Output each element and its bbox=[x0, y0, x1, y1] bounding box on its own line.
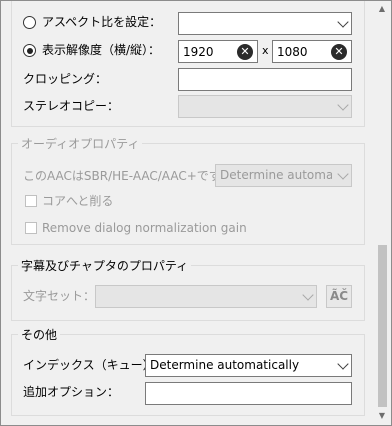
clear-icon[interactable]: ✕ bbox=[237, 44, 253, 60]
height-field[interactable]: ✕ bbox=[272, 40, 352, 63]
index-value: Determine automatically bbox=[150, 358, 300, 372]
charset-label: 文字セット： bbox=[23, 289, 96, 303]
index-label: インデックス（キュー）： bbox=[23, 358, 161, 372]
chevron-down-icon bbox=[337, 15, 349, 28]
chevron-down-icon bbox=[337, 98, 349, 111]
times-symbol: x bbox=[262, 44, 269, 57]
misc-section-title: その他 bbox=[18, 327, 61, 343]
stereo-combo[interactable] bbox=[178, 95, 352, 118]
scroll-up-icon[interactable]: ▲ bbox=[377, 4, 387, 14]
cropping-field[interactable] bbox=[178, 68, 352, 91]
normalize-label: Remove dialog normalization gain bbox=[42, 221, 247, 235]
chevron-down-icon bbox=[337, 167, 349, 180]
subs-section-title: 字幕及びチャプタのプロパティ bbox=[18, 258, 192, 274]
core-checkbox[interactable] bbox=[25, 195, 37, 207]
normalize-checkbox[interactable] bbox=[25, 222, 37, 234]
audio-section-title: オーディオプロパティ bbox=[18, 136, 143, 152]
width-field[interactable]: ✕ bbox=[178, 40, 258, 63]
properties-panel: アスペクト比を設定： 表示解像度（横/縦）： ✕ x ✕ クロッピング： ステレ… bbox=[0, 0, 392, 426]
aspect-label: アスペクト比を設定： bbox=[42, 15, 162, 29]
stereo-label: ステレオコピー： bbox=[23, 99, 120, 113]
aac-value: Determine automatic bbox=[220, 168, 332, 182]
extra-options-field[interactable] bbox=[145, 382, 352, 405]
chevron-down-icon bbox=[337, 357, 349, 370]
aac-label: このAACはSBR/HE-AAC/AAC+です： bbox=[23, 169, 233, 183]
index-combo[interactable]: Determine automatically bbox=[145, 354, 352, 377]
core-label: コアへと削る bbox=[42, 194, 114, 208]
aspect-radio[interactable] bbox=[23, 16, 36, 29]
chevron-down-icon bbox=[302, 288, 314, 301]
scrollbar-thumb[interactable] bbox=[378, 245, 387, 407]
scroll-down-icon[interactable]: ▼ bbox=[377, 411, 387, 421]
display-res-radio[interactable] bbox=[23, 44, 36, 57]
extra-options-label: 追加オプション： bbox=[23, 385, 120, 399]
cropping-input[interactable] bbox=[179, 69, 351, 90]
clear-icon[interactable]: ✕ bbox=[331, 44, 347, 60]
aspect-combo[interactable] bbox=[178, 12, 352, 35]
charset-detect-button[interactable]: ÃČ bbox=[326, 285, 352, 308]
aac-combo[interactable]: Determine automatic bbox=[215, 164, 352, 187]
cropping-label: クロッピング： bbox=[23, 72, 108, 86]
extra-options-input[interactable] bbox=[146, 383, 351, 404]
display-res-label: 表示解像度（横/縦）： bbox=[42, 43, 161, 57]
charset-combo[interactable] bbox=[95, 285, 317, 308]
